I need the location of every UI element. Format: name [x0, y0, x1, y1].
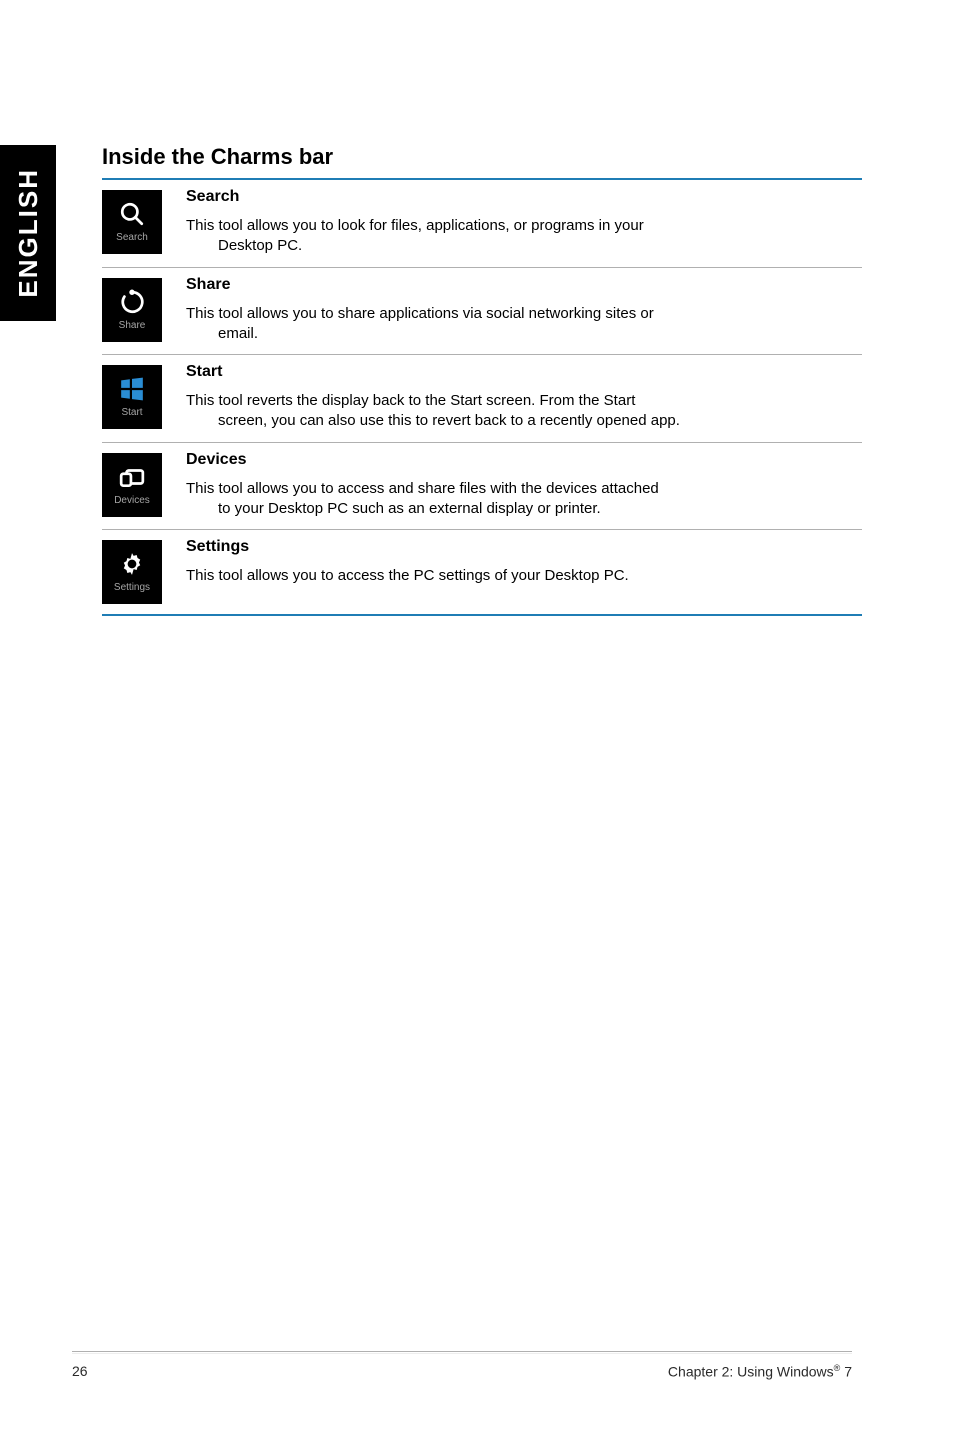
charm-row-settings: Settings Settings This tool allows you t…	[102, 530, 862, 614]
devices-icon	[119, 464, 145, 490]
devices-charm-tile: Devices	[102, 453, 162, 517]
footer: 26 Chapter 2: Using Windows® 7	[72, 1363, 852, 1380]
section-title: Inside the Charms bar	[102, 144, 862, 170]
charm-desc-line2: email.	[186, 325, 258, 342]
charm-desc-line1: This tool allows you to access the PC se…	[186, 567, 629, 584]
charm-desc: This tool allows you to access the PC se…	[186, 566, 862, 586]
chapter-suffix: 7	[840, 1364, 852, 1380]
charm-icon-cell: Share	[102, 274, 168, 345]
chapter-label: Chapter 2: Using Windows® 7	[668, 1363, 852, 1380]
charm-text-cell: Settings This tool allows you to access …	[168, 536, 862, 604]
charm-icon-cell: Devices	[102, 449, 168, 520]
charm-heading-start: Start	[186, 363, 862, 381]
charm-desc-line2: screen, you can also use this to revert …	[186, 412, 680, 429]
charm-text-cell: Share This tool allows you to share appl…	[168, 274, 862, 345]
charms-table: Search Search This tool allows you to lo…	[102, 178, 862, 616]
windows-start-icon	[119, 376, 145, 402]
charm-tile-label: Settings	[114, 582, 150, 593]
charm-text-cell: Search This tool allows you to look for …	[168, 186, 862, 257]
charm-text-cell: Devices This tool allows you to access a…	[168, 449, 862, 520]
search-icon	[119, 201, 145, 227]
footer-divider	[72, 1351, 852, 1354]
charm-desc-line1: This tool allows you to access and share…	[186, 480, 659, 497]
charm-row-search: Search Search This tool allows you to lo…	[102, 180, 862, 268]
charm-desc-line2: Desktop PC.	[186, 237, 302, 254]
charm-desc: This tool allows you to look for files, …	[186, 216, 862, 257]
share-charm-tile: Share	[102, 278, 162, 342]
charm-desc: This tool allows you to access and share…	[186, 479, 862, 520]
charm-desc-line1: This tool allows you to look for files, …	[186, 217, 644, 234]
page-content: Inside the Charms bar Search Search This…	[102, 144, 862, 616]
charm-icon-cell: Start	[102, 361, 168, 432]
share-icon	[119, 289, 145, 315]
charm-row-share: Share Share This tool allows you to shar…	[102, 268, 862, 356]
charm-text-cell: Start This tool reverts the display back…	[168, 361, 862, 432]
charm-desc: This tool reverts the display back to th…	[186, 391, 862, 432]
charm-tile-label: Start	[121, 407, 142, 418]
page-number: 26	[72, 1363, 88, 1380]
charm-tile-label: Search	[116, 232, 148, 243]
chapter-prefix: Chapter 2: Using Windows	[668, 1364, 834, 1380]
settings-charm-tile: Settings	[102, 540, 162, 604]
language-tab: ENGLISH	[0, 145, 56, 321]
charm-row-start: Start Start This tool reverts the displa…	[102, 355, 862, 443]
charm-heading-search: Search	[186, 188, 862, 206]
charm-icon-cell: Search	[102, 186, 168, 257]
charm-desc: This tool allows you to share applicatio…	[186, 304, 862, 345]
charm-heading-settings: Settings	[186, 538, 862, 556]
charm-desc-line1: This tool allows you to share applicatio…	[186, 305, 654, 322]
settings-gear-icon	[119, 551, 145, 577]
charm-tile-label: Share	[119, 320, 146, 331]
charm-heading-share: Share	[186, 276, 862, 294]
charm-heading-devices: Devices	[186, 451, 862, 469]
language-tab-text: ENGLISH	[13, 168, 44, 298]
start-charm-tile: Start	[102, 365, 162, 429]
charm-icon-cell: Settings	[102, 536, 168, 604]
charm-tile-label: Devices	[114, 495, 150, 506]
charm-desc-line2: to your Desktop PC such as an external d…	[186, 500, 601, 517]
charm-desc-line1: This tool reverts the display back to th…	[186, 392, 635, 409]
search-charm-tile: Search	[102, 190, 162, 254]
charm-row-devices: Devices Devices This tool allows you to …	[102, 443, 862, 531]
